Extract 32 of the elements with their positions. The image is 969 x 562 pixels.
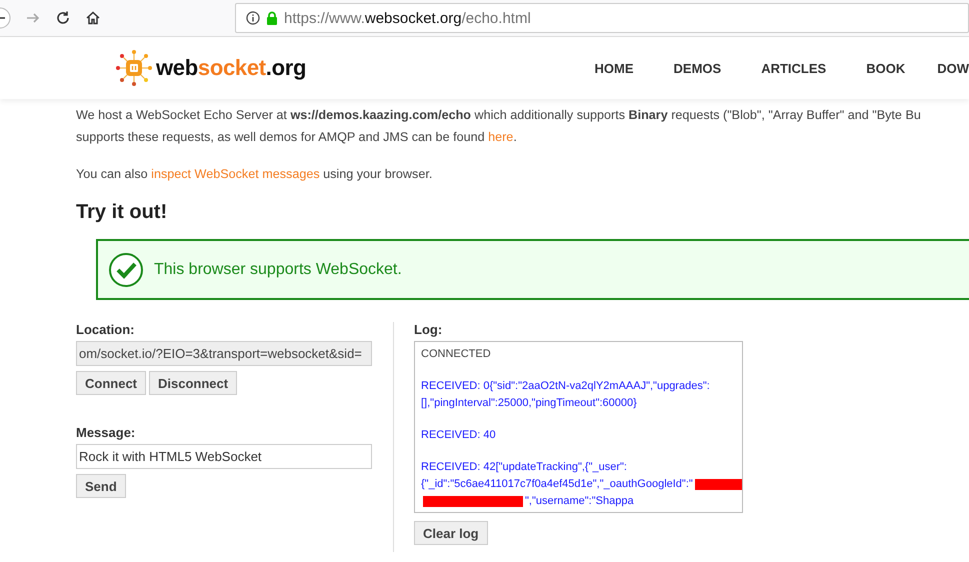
log-entry: RECEIVED: 0{"sid":"2aaO2tN-va2qlY2mAAAJ","upgrades": [],"pingInterval":25000,"pingTimeout":60000} xyxy=(421,380,710,409)
lock-icon xyxy=(266,11,278,25)
check-icon xyxy=(108,252,144,288)
nav-link[interactable]: DOW xyxy=(905,60,969,76)
logo-icon[interactable] xyxy=(115,49,153,87)
nav-link[interactable]: ARTICLES xyxy=(721,60,826,76)
log-label: Log: xyxy=(414,322,444,337)
log-entry: RECEIVED: 40 xyxy=(421,429,496,441)
location-label: Location: xyxy=(76,322,136,337)
send-button[interactable]: Send xyxy=(76,474,126,498)
inspect-text: You can also inspect WebSocket messages using your browser. xyxy=(76,166,434,183)
connection-button[interactable]: Connect xyxy=(76,371,146,395)
info-icon[interactable] xyxy=(246,11,260,25)
log-entry: CONNECTED xyxy=(421,348,491,360)
log-entry: RECEIVED: 42["updateTracking",{"_user": {"_id":"5c6ae411017c7f0a4ef45d1e","_oauthGoogleId":" xyxy=(421,461,693,490)
nav-link[interactable]: HOME xyxy=(554,60,634,76)
nav-link[interactable]: BOOK xyxy=(826,60,906,76)
message-field[interactable]: Rock it with HTML5 WebSocket xyxy=(76,444,372,469)
url-text: https://www.websocket.org/echo.html xyxy=(284,10,531,26)
nav-link[interactable]: DEMOS xyxy=(634,60,722,76)
reload-icon[interactable] xyxy=(55,10,71,26)
intro-text: supports these requests, as well demos for AMQP and JMS can be found here. xyxy=(76,129,518,146)
log-entry: ","username":"Shappa xyxy=(525,495,634,507)
connection-button[interactable]: Disconnect xyxy=(149,371,238,395)
section-heading: Try it out! xyxy=(76,201,168,224)
address-bar[interactable]: https://www.websocket.org/echo.html xyxy=(235,3,969,33)
message-label: Message: xyxy=(76,425,136,440)
logo-text[interactable]: websocket.org xyxy=(156,55,306,81)
intro-text: We host a WebSocket Echo Server at ws://demos.kaazing.com/echo which additionally supports Binary requests ("Blob", "Array Buffer" and "Byte Bu xyxy=(76,107,922,124)
notice-text: This browser supports WebSocket. xyxy=(154,260,402,278)
home-icon[interactable] xyxy=(85,10,101,26)
clear-log-button[interactable]: Clear log xyxy=(414,521,488,545)
